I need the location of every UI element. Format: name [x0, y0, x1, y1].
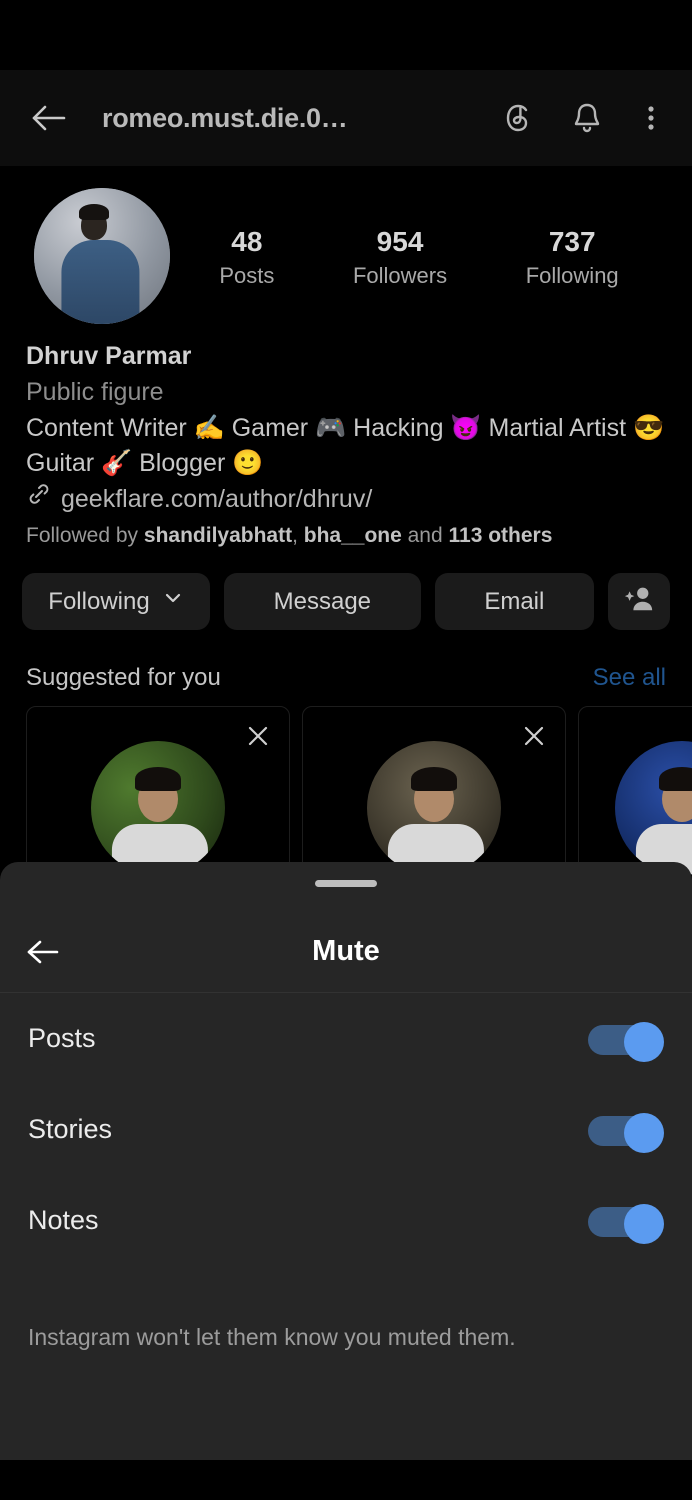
- threads-icon[interactable]: [498, 97, 540, 139]
- following-label: Following: [525, 262, 619, 288]
- suggested-avatar-2: [367, 741, 501, 876]
- suggested-avatar-1: [91, 741, 225, 876]
- close-icon[interactable]: [521, 723, 547, 749]
- stat-followers[interactable]: 954 Followers: [353, 224, 447, 289]
- chevron-down-icon: [162, 587, 184, 616]
- stat-following[interactable]: 737 Following: [526, 224, 619, 289]
- back-arrow-icon[interactable]: [22, 931, 64, 973]
- followed-by-prefix: Followed by: [26, 523, 144, 547]
- add-person-icon: [623, 582, 655, 621]
- close-icon[interactable]: [245, 723, 271, 749]
- profile-bio: Dhruv Parmar Public figure Content Write…: [0, 324, 692, 551]
- followers-label: Followers: [352, 262, 448, 288]
- link-icon: [26, 481, 52, 517]
- suggested-avatar-3: [615, 741, 692, 876]
- followed-by-others-count: 113 others: [448, 523, 553, 547]
- mute-stories-toggle[interactable]: [588, 1112, 664, 1153]
- back-arrow-icon[interactable]: [26, 95, 72, 141]
- toggle-thumb: [624, 1112, 664, 1153]
- profile-header: 48 Posts 954 Followers 737 Following: [0, 166, 692, 324]
- mute-row-posts[interactable]: Posts: [0, 993, 692, 1084]
- followed-by-separator: ,: [292, 523, 304, 547]
- status-bar: [0, 0, 692, 70]
- mute-row-stories[interactable]: Stories: [0, 1084, 692, 1175]
- bio-line-1: Content Writer ✍️ Gamer 🎮 Hacking 😈 Mart…: [26, 413, 665, 442]
- add-person-button[interactable]: [608, 573, 670, 631]
- system-navigation-bar: [0, 1460, 692, 1500]
- followed-by-middle: and: [401, 523, 449, 547]
- mute-disclaimer: Instagram won't let them know you muted …: [28, 1324, 516, 1350]
- mute-posts-label: Posts: [28, 1023, 96, 1053]
- followed-by-user-1: shandilyabhatt: [143, 523, 293, 547]
- stat-posts[interactable]: 48 Posts: [219, 224, 274, 289]
- suggested-title: Suggested for you: [26, 664, 221, 692]
- profile-stats: 48 Posts 954 Followers 737 Following: [180, 224, 658, 289]
- mute-stories-label: Stories: [28, 1114, 113, 1144]
- mute-notes-label: Notes: [28, 1205, 99, 1235]
- page-title: romeo.must.die.0…: [102, 102, 348, 133]
- avatar[interactable]: [34, 188, 170, 324]
- toggle-thumb: [624, 1203, 664, 1244]
- posts-label: Posts: [219, 262, 275, 288]
- email-button-label: Email: [484, 587, 545, 615]
- suggested-header: Suggested for you See all: [0, 630, 692, 692]
- message-button-label: Message: [273, 587, 372, 615]
- link-text: geekflare.com/author/dhruv/: [61, 484, 373, 513]
- instagram-profile-screen: romeo.must.die.0… 48 Posts 954 Followers…: [0, 0, 692, 1500]
- following-count: 737: [548, 225, 596, 257]
- see-all-link[interactable]: See all: [593, 664, 666, 692]
- email-button[interactable]: Email: [434, 573, 594, 631]
- profile-name: Dhruv Parmar: [26, 342, 192, 370]
- toggle-thumb: [624, 1021, 664, 1062]
- mute-notes-toggle[interactable]: [588, 1203, 664, 1244]
- sheet-header: Mute: [0, 911, 692, 993]
- drag-handle[interactable]: [315, 880, 377, 887]
- following-button-label: Following: [48, 587, 150, 615]
- bell-icon[interactable]: [566, 97, 608, 139]
- profile-category: Public figure: [26, 378, 164, 407]
- bio-line-2: Guitar 🎸 Blogger 🙂: [26, 448, 264, 477]
- profile-link[interactable]: geekflare.com/author/dhruv/: [26, 481, 666, 517]
- app-header: romeo.must.die.0…: [0, 70, 692, 166]
- message-button[interactable]: Message: [224, 573, 421, 631]
- mute-row-notes[interactable]: Notes: [0, 1175, 692, 1266]
- mute-posts-toggle[interactable]: [588, 1021, 664, 1062]
- profile-action-buttons: Following Message Email: [0, 551, 692, 631]
- followers-count: 954: [376, 225, 424, 257]
- sheet-title: Mute: [312, 935, 380, 967]
- followed-by-user-2: bha__one: [303, 523, 402, 547]
- three-dots-icon[interactable]: [636, 97, 666, 139]
- mute-bottom-sheet: Mute Posts Stories Notes Instagram won't…: [0, 862, 692, 1460]
- posts-count: 48: [231, 225, 263, 257]
- following-button[interactable]: Following: [22, 573, 210, 631]
- followed-by[interactable]: Followed by shandilyabhatt, bha__one and…: [26, 520, 666, 552]
